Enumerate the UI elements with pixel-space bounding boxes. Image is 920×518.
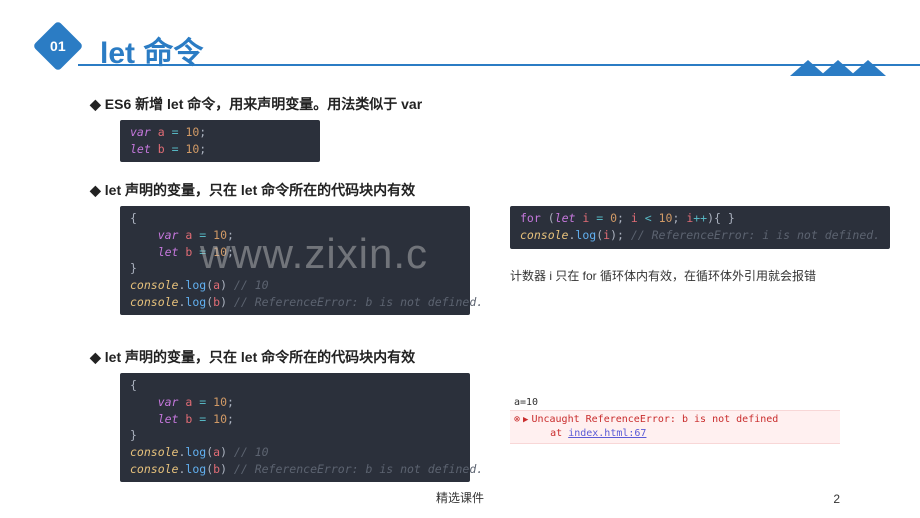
page-number: 2	[833, 492, 840, 506]
devtools-panel: a=10 ⊗▶Uncaught ReferenceError: b is not…	[510, 397, 840, 444]
footer-center: 精选课件	[0, 489, 920, 506]
disclosure-triangle-icon: ▶	[523, 415, 528, 425]
slide-content: ◆ES6 新增 let 命令，用来声明变量。用法类似于 var var a = …	[0, 72, 920, 500]
bullet-1: ◆ES6 新增 let 命令，用来声明变量。用法类似于 var	[90, 94, 840, 114]
section-number-badge: 01	[33, 21, 84, 72]
diamond-bullet-icon: ◆	[90, 96, 101, 112]
error-icon: ⊗	[514, 414, 520, 425]
caption-2-right: 计数器 i 只在 for 循环体内有效，在循环体外引用就会报错	[510, 267, 890, 284]
console-error-message: Uncaught ReferenceError: b is not define…	[531, 414, 778, 425]
code-block-2-left: { var a = 10; let b = 10; } console.log(…	[120, 206, 470, 315]
bullet-2: ◆let 声明的变量，只在 let 命令所在的代码块内有效	[90, 180, 840, 200]
diamond-bullet-icon: ◆	[90, 182, 101, 198]
section-number: 01	[50, 38, 66, 54]
diamond-bullet-icon: ◆	[90, 349, 101, 365]
wave-decoration-icon	[780, 54, 890, 78]
bullet-3: ◆let 声明的变量，只在 let 命令所在的代码块内有效	[90, 347, 840, 367]
code-block-2-right: for (let i = 0; i < 10; i++){ } console.…	[510, 206, 890, 248]
console-error: ⊗▶Uncaught ReferenceError: b is not defi…	[510, 410, 840, 444]
code-block-1: var a = 10; let b = 10;	[120, 120, 320, 162]
right-column-2: for (let i = 0; i < 10; i++){ } console.…	[510, 206, 890, 283]
error-source-link[interactable]: index.html:67	[568, 428, 646, 439]
code-block-3-left: { var a = 10; let b = 10; } console.log(…	[120, 373, 470, 482]
console-output: a=10	[510, 397, 840, 408]
error-at: at	[550, 428, 568, 439]
slide-header: 01 let 命令	[0, 0, 920, 72]
